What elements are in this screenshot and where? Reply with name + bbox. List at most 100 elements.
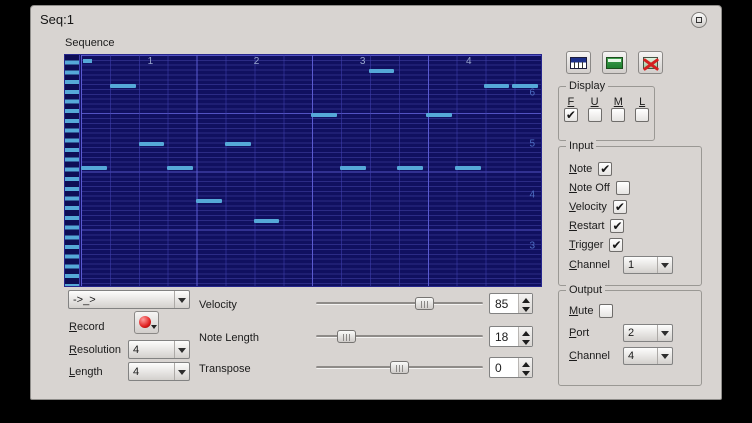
octave-label: 4 xyxy=(529,190,535,201)
output-group-title: Output xyxy=(566,284,605,296)
velocity-input-label: Velocity xyxy=(569,201,607,213)
velocity-slider[interactable] xyxy=(316,296,483,311)
display-option-f-label: F xyxy=(564,96,578,108)
port-value: 2 xyxy=(624,327,657,339)
note-length-slider[interactable] xyxy=(316,329,483,344)
slider-handle[interactable] xyxy=(390,361,409,374)
spin-down-icon[interactable] xyxy=(519,369,532,380)
slider-handle[interactable] xyxy=(415,297,434,310)
velocity-label: Velocity xyxy=(199,299,237,311)
spin-up-icon[interactable] xyxy=(519,327,532,338)
keyboard-icon xyxy=(570,57,587,69)
trigger-checkbox[interactable] xyxy=(609,238,623,252)
piano-keys xyxy=(65,55,80,286)
input-channel-label: Channel xyxy=(569,259,617,271)
input-channel-select[interactable]: 1 xyxy=(623,256,673,274)
wave-select[interactable]: ->_> xyxy=(68,290,190,309)
display-l-checkbox[interactable] xyxy=(635,108,649,122)
resolution-label: Resolution xyxy=(69,344,121,356)
note[interactable] xyxy=(196,199,222,203)
note[interactable] xyxy=(484,84,510,88)
display-option-m-label: M xyxy=(611,96,625,108)
output-channel-select[interactable]: 4 xyxy=(623,347,673,365)
wave-select-value: ->_> xyxy=(69,294,174,306)
resolution-value: 4 xyxy=(129,344,174,356)
chevron-down-icon xyxy=(657,348,672,364)
resolution-select[interactable]: 4 xyxy=(128,340,190,359)
chevron-down-icon xyxy=(657,325,672,341)
restart-label: Restart xyxy=(569,220,604,232)
display-group: Display F U M L xyxy=(558,86,655,141)
display-f-checkbox[interactable] xyxy=(564,108,578,122)
note[interactable] xyxy=(225,142,251,146)
output-channel-label: Channel xyxy=(569,350,617,362)
spin-down-icon[interactable] xyxy=(519,338,532,349)
display-option-l-label: L xyxy=(635,96,649,108)
sequence-label: Sequence xyxy=(65,37,115,49)
note-off-checkbox[interactable] xyxy=(616,181,630,195)
spin-up-icon[interactable] xyxy=(519,294,532,305)
loop-marker-icon xyxy=(83,59,92,63)
plot-area[interactable]: 1234 6543 xyxy=(81,55,541,286)
spin-up-icon[interactable] xyxy=(519,358,532,369)
note[interactable] xyxy=(254,219,280,223)
delete-button[interactable] xyxy=(638,51,663,74)
keyboard-button[interactable] xyxy=(566,51,591,74)
delete-icon xyxy=(643,57,658,69)
port-label: Port xyxy=(569,327,617,339)
transpose-slider[interactable] xyxy=(316,360,483,375)
length-select[interactable]: 4 xyxy=(128,362,190,381)
note-label: Note xyxy=(569,163,592,175)
note[interactable] xyxy=(139,142,165,146)
note[interactable] xyxy=(110,84,136,88)
port-select[interactable]: 2 xyxy=(623,324,673,342)
display-m-checkbox[interactable] xyxy=(611,108,625,122)
window-button[interactable] xyxy=(602,51,627,74)
display-option-u-label: U xyxy=(588,96,602,108)
mute-checkbox[interactable] xyxy=(599,304,613,318)
beat-label: 2 xyxy=(254,56,260,67)
note-checkbox[interactable] xyxy=(598,162,612,176)
restart-checkbox[interactable] xyxy=(610,219,624,233)
chevron-down-icon xyxy=(151,325,157,332)
window-title: Seq:1 xyxy=(40,12,74,27)
record-button[interactable] xyxy=(134,311,159,334)
note-length-spinbox[interactable]: 18 xyxy=(489,326,533,347)
sequence-grid[interactable]: 1234 6543 xyxy=(64,54,542,287)
beat-label: 1 xyxy=(148,56,154,67)
input-channel-value: 1 xyxy=(624,259,657,271)
octave-label: 6 xyxy=(529,87,535,98)
titlebar[interactable]: Seq:1 xyxy=(31,6,721,32)
display-u-checkbox[interactable] xyxy=(588,108,602,122)
chevron-down-icon xyxy=(174,291,189,308)
input-group: Input Note Note Off Velocity Restart Tri… xyxy=(558,146,702,286)
note[interactable] xyxy=(167,166,193,170)
spin-down-icon[interactable] xyxy=(519,305,532,316)
velocity-spinbox[interactable]: 85 xyxy=(489,293,533,314)
float-icon xyxy=(696,17,702,23)
transpose-spin-value: 0 xyxy=(490,358,518,377)
octave-label: 5 xyxy=(529,138,535,149)
note[interactable] xyxy=(512,84,538,88)
slider-handle[interactable] xyxy=(337,330,356,343)
velocity-input-checkbox[interactable] xyxy=(613,200,627,214)
note[interactable] xyxy=(311,113,337,117)
note[interactable] xyxy=(81,166,107,170)
note[interactable] xyxy=(426,113,452,117)
note-length-spin-value: 18 xyxy=(490,327,518,346)
note-length-label: Note Length xyxy=(199,332,259,344)
window-icon xyxy=(606,57,623,69)
velocity-spin-value: 85 xyxy=(490,294,518,313)
input-group-title: Input xyxy=(566,140,596,152)
float-button[interactable] xyxy=(691,12,707,28)
note[interactable] xyxy=(397,166,423,170)
length-value: 4 xyxy=(129,366,174,378)
transpose-label: Transpose xyxy=(199,363,251,375)
note[interactable] xyxy=(340,166,366,170)
note[interactable] xyxy=(369,69,395,73)
transpose-spinbox[interactable]: 0 xyxy=(489,357,533,378)
chevron-down-icon xyxy=(657,257,672,273)
output-group: Output Mute Port 2 Channel 4 xyxy=(558,290,702,386)
note[interactable] xyxy=(455,166,481,170)
slider-groove xyxy=(316,302,483,305)
